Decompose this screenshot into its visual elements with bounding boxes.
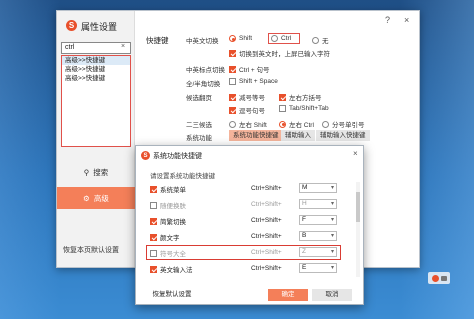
restore-default-button[interactable]: 恢复默认设置 [144, 289, 200, 301]
pageturn-label: 候选翻页 [186, 95, 212, 102]
hotkey-key-select[interactable]: B ▾ [299, 231, 337, 241]
reset-page-defaults-button[interactable]: 恢复本页默认设置 [63, 245, 119, 255]
desktop-light-left [0, 0, 60, 319]
second-third-label: 二三候选 [186, 122, 212, 129]
dialog-scrollbar[interactable] [356, 182, 360, 277]
result-item[interactable]: 高级>>快捷键 [62, 56, 130, 65]
sysfunc-label: 系统功能 [186, 135, 212, 142]
search-icon: ⚲ [83, 167, 90, 177]
hotkey-checkbox[interactable] [150, 265, 157, 273]
cn-en-none-radio[interactable]: 无 [312, 35, 329, 45]
chevron-down-icon: ▾ [330, 217, 334, 223]
nav-search[interactable]: ⚲ 搜索 [57, 163, 135, 181]
hotkey-key-select[interactable]: E ▾ [299, 263, 337, 273]
search-results-list: 高级>>快捷键 高级>>快捷键 高级>>快捷键 [61, 55, 131, 147]
result-item[interactable]: 高级>>快捷键 [62, 74, 130, 83]
dialog-logo-icon: S [141, 151, 150, 160]
hotkey-key-select[interactable]: M ▾ [299, 183, 337, 193]
punct-label: 中英标点切换 [186, 67, 225, 74]
dialog-subtitle: 请设置系统功能快捷键 [150, 173, 215, 180]
assist-input-hotkey-button[interactable]: 辅助输入快捷键 [316, 130, 370, 141]
chevron-down-icon: ▾ [330, 233, 334, 239]
cancel-button[interactable]: 取消 [312, 289, 352, 301]
hotkey-checkbox[interactable] [150, 233, 157, 241]
close-icon[interactable]: × [404, 15, 409, 25]
nav-advanced[interactable]: ⚙ 高级 [57, 187, 135, 209]
fullhalf-label: 全/半角切换 [186, 81, 221, 88]
hotkey-modifier: Ctrl+Shift+ [251, 201, 282, 208]
hotkey-modifier: Ctrl+Shift+ [251, 217, 282, 224]
sogou-logo-icon: S [66, 20, 77, 31]
pageturn-brackets-checkbox[interactable]: 左右方括号 [279, 92, 322, 102]
nav-advanced-label: 高级 [93, 193, 109, 203]
sysfunc-hotkey-button[interactable]: 系统功能快捷键 [229, 130, 283, 141]
hotkey-checkbox[interactable] [150, 217, 157, 225]
punct-checkbox[interactable]: Ctrl + 句号 [229, 64, 270, 74]
dialog-close-icon[interactable]: × [353, 149, 358, 158]
hotkey-row: 英文输入法 Ctrl+Shift+ E ▾ [150, 262, 352, 275]
section-title: 快捷键 [146, 36, 169, 45]
chevron-down-icon: ▾ [330, 265, 334, 271]
nav-search-label: 搜索 [93, 167, 109, 177]
hotkey-modifier: Ctrl+Shift+ [251, 185, 282, 192]
dialog-title: 系统功能快捷键 [153, 153, 202, 160]
second-third-ctrl-radio[interactable]: 左右 Ctrl [279, 119, 314, 129]
hotkey-checkbox[interactable] [150, 185, 157, 193]
hotkey-row: 随便换肤 Ctrl+Shift+ H ▾ [150, 198, 352, 211]
chevron-down-icon: ▾ [330, 201, 334, 207]
symbol-row-highlight [146, 245, 341, 260]
pageturn-tab-checkbox[interactable]: Tab/Shift+Tab [279, 105, 329, 112]
commit-on-switch-checkbox[interactable]: 切换到英文时，上屏已输入字符 [229, 48, 330, 58]
hotkey-row: 系统菜单 Ctrl+Shift+ M ▾ [150, 182, 352, 195]
ok-button[interactable]: 确定 [268, 289, 308, 301]
pageturn-minus-equal-checkbox[interactable]: 减号等号 [229, 92, 265, 102]
gear-icon: ⚙ [83, 193, 90, 203]
hotkey-row: 简繁切换 Ctrl+Shift+ F ▾ [150, 214, 352, 227]
hotkey-checkbox[interactable] [150, 201, 157, 209]
result-item[interactable]: 高级>>快捷键 [62, 65, 130, 74]
second-third-semicolon-radio[interactable]: 分号单引号 [322, 119, 365, 129]
sysfunc-hotkey-dialog: S 系统功能快捷键 × 请设置系统功能快捷键 系统菜单 Ctrl+Shift+ M ▾… [135, 145, 364, 305]
search-clear-icon[interactable]: × [121, 43, 125, 50]
window-title: 属性设置 [81, 22, 118, 32]
hotkey-row-name[interactable]: 系统菜单 [150, 184, 186, 194]
hotkey-row-name[interactable]: 随便换肤 [150, 200, 186, 210]
help-icon[interactable]: ? [385, 15, 390, 25]
hotkey-modifier: Ctrl+Shift+ [251, 233, 282, 240]
ime-tray-icon[interactable] [428, 272, 450, 284]
hotkey-row-name[interactable]: 颜文字 [150, 232, 180, 242]
second-third-shift-radio[interactable]: 左右 Shift [229, 119, 267, 129]
hotkey-row: 颜文字 Ctrl+Shift+ B ▾ [150, 230, 352, 243]
cn-en-shift-radio[interactable]: Shift [229, 35, 252, 42]
sidebar: S 属性设置 ctrl × 高级>>快捷键 高级>>快捷键 高级>>快捷键 ⚲ … [57, 11, 135, 267]
scrollbar-thumb[interactable] [356, 192, 360, 222]
cn-en-label: 中英文切换 [186, 38, 219, 45]
fullhalf-checkbox[interactable]: Shift + Space [229, 78, 278, 85]
assist-input-button[interactable]: 辅助输入 [281, 130, 315, 141]
hotkey-key-select[interactable]: F ▾ [299, 215, 337, 225]
hotkey-modifier: Ctrl+Shift+ [251, 265, 282, 272]
hotkey-row-name[interactable]: 英文输入法 [150, 264, 193, 274]
cn-en-ctrl-radio[interactable]: Ctrl [271, 35, 291, 42]
chevron-down-icon: ▾ [330, 185, 334, 191]
hotkey-key-select[interactable]: H ▾ [299, 199, 337, 209]
pageturn-comma-period-checkbox[interactable]: 逗号句号 [229, 105, 265, 115]
hotkey-row-name[interactable]: 简繁切换 [150, 216, 186, 226]
